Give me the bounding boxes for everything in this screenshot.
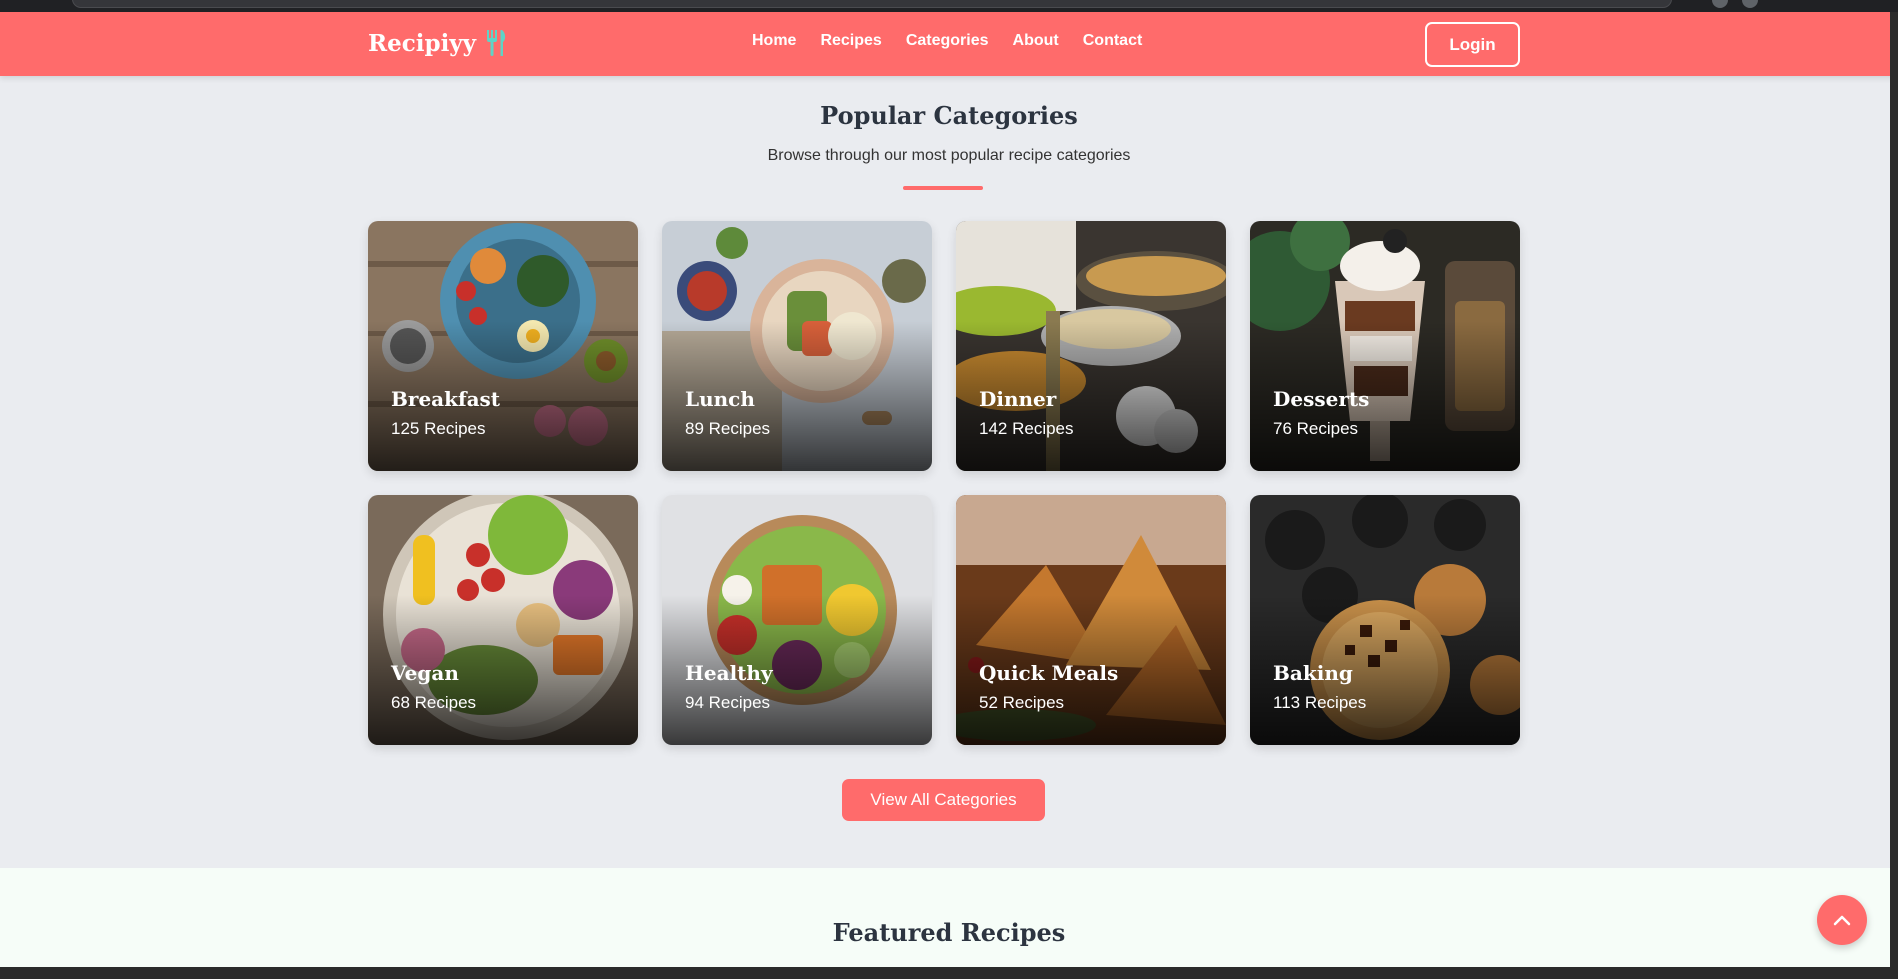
- category-name: Dinner: [979, 387, 1057, 411]
- category-grid: Breakfast 125 Recipes Lunch 89 Recipes D…: [368, 221, 1520, 745]
- category-name: Quick Meals: [979, 661, 1119, 685]
- category-count: 142 Recipes: [979, 419, 1074, 438]
- category-count: 52 Recipes: [979, 693, 1065, 712]
- fork-knife-icon: [487, 30, 506, 56]
- nav-contact[interactable]: Contact: [1083, 32, 1143, 50]
- categories-subtitle: Browse through our most popular recipe c…: [767, 147, 1131, 164]
- category-card-healthy[interactable]: Healthy 94 Recipes: [662, 495, 932, 745]
- title-divider: [903, 186, 983, 190]
- category-count: 94 Recipes: [685, 693, 771, 712]
- back-to-top-button[interactable]: [1817, 895, 1867, 945]
- view-all-categories-button[interactable]: View All Categories: [842, 779, 1045, 821]
- featured-title: Featured Recipes: [832, 918, 1066, 947]
- brand-logo[interactable]: Recipiyy: [368, 28, 508, 58]
- category-card-breakfast[interactable]: Breakfast 125 Recipes: [368, 221, 638, 471]
- main-nav: Home Recipes Categories About Contact: [752, 32, 1142, 50]
- nav-recipes[interactable]: Recipes: [820, 32, 881, 50]
- category-card-desserts[interactable]: Desserts 76 Recipes: [1250, 221, 1520, 471]
- brand-name: Recipiyy: [368, 29, 477, 57]
- address-bar[interactable]: [72, 0, 1672, 8]
- category-card-dinner[interactable]: Dinner 142 Recipes: [956, 221, 1226, 471]
- category-card-quick-meals[interactable]: Quick Meals 52 Recipes: [956, 495, 1226, 745]
- category-name: Breakfast: [391, 387, 501, 411]
- profile-avatar[interactable]: [1742, 0, 1758, 8]
- nav-home[interactable]: Home: [752, 32, 796, 50]
- category-name: Desserts: [1273, 387, 1370, 411]
- category-card-baking[interactable]: Baking 113 Recipes: [1250, 495, 1520, 745]
- category-name: Lunch: [685, 387, 755, 411]
- top-navbar: Recipiyy Home Recipes Categories About C…: [0, 12, 1898, 76]
- category-count: 113 Recipes: [1273, 693, 1367, 712]
- scrollbar[interactable]: [1890, 12, 1898, 967]
- categories-title: Popular Categories: [820, 101, 1078, 130]
- category-name: Vegan: [391, 661, 459, 685]
- category-count: 125 Recipes: [391, 419, 486, 438]
- category-count: 76 Recipes: [1273, 419, 1359, 438]
- category-card-vegan[interactable]: Vegan 68 Recipes: [368, 495, 638, 745]
- nav-about[interactable]: About: [1013, 32, 1059, 50]
- status-bar: [0, 967, 1898, 979]
- login-button[interactable]: Login: [1425, 22, 1520, 67]
- browser-toolbar: [0, 0, 1898, 12]
- category-count: 68 Recipes: [391, 693, 477, 712]
- category-name: Baking: [1273, 661, 1353, 685]
- category-card-lunch[interactable]: Lunch 89 Recipes: [662, 221, 932, 471]
- nav-categories[interactable]: Categories: [906, 32, 989, 50]
- extensions-icon[interactable]: [1712, 0, 1728, 8]
- chevron-up-icon: [1833, 915, 1851, 926]
- category-count: 89 Recipes: [685, 419, 771, 438]
- page-viewport: Recipiyy Home Recipes Categories About C…: [0, 12, 1898, 967]
- category-name: Healthy: [685, 661, 773, 685]
